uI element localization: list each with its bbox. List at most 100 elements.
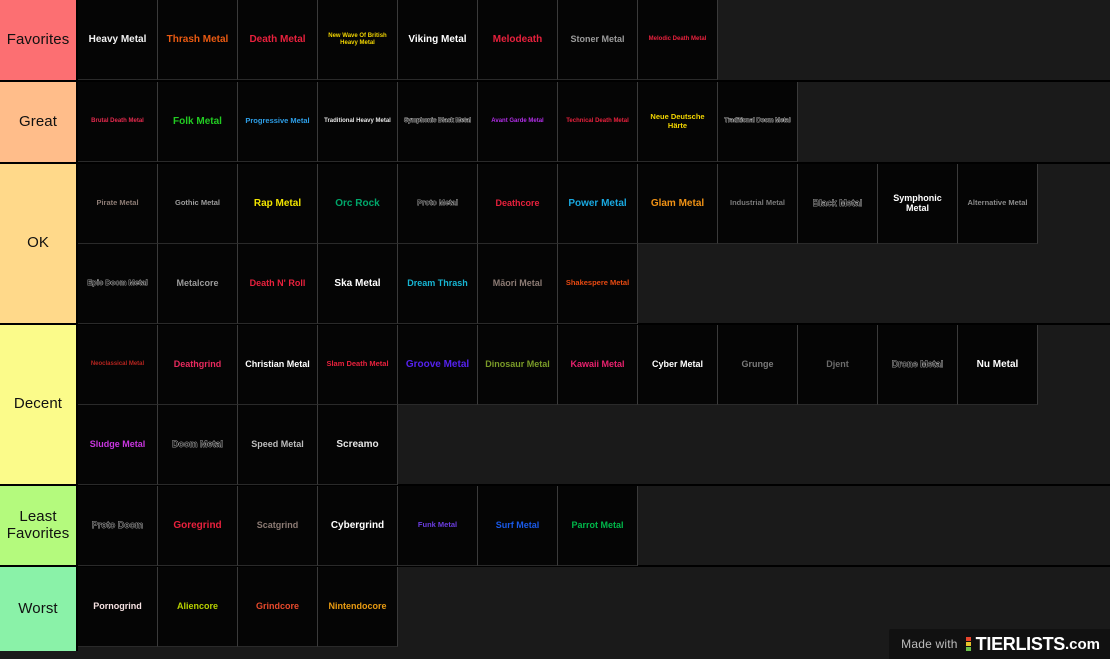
tier-item[interactable]: Melodeath: [478, 0, 558, 80]
tier-item[interactable]: Symphonic Metal: [878, 164, 958, 244]
tier-item[interactable]: Goregrind: [158, 486, 238, 566]
tier-item[interactable]: Black Metal: [798, 164, 878, 244]
tier-item-label: Proto Doom: [91, 519, 144, 530]
tier-item[interactable]: Groove Metal: [398, 325, 478, 405]
tier-item[interactable]: Deathgrind: [158, 325, 238, 405]
tier-item[interactable]: Cyber Metal: [638, 325, 718, 405]
tier-item[interactable]: Proto Doom: [78, 486, 158, 566]
tier-item[interactable]: Shakespere Metal: [558, 244, 638, 324]
tier-item[interactable]: Grindcore: [238, 567, 318, 647]
tier-item-label: Brutal Death Metal: [91, 118, 144, 125]
tier-item[interactable]: Viking Metal: [398, 0, 478, 80]
tier-item[interactable]: Djent: [798, 325, 878, 405]
tier-item[interactable]: Cybergrind: [318, 486, 398, 566]
tier-item[interactable]: Avant Garde Metal: [478, 82, 558, 162]
tier-item[interactable]: Nintendocore: [318, 567, 398, 647]
tier-item[interactable]: Sludge Metal: [78, 405, 158, 485]
tier-items-container[interactable]: Heavy Metal Thrash Metal Death Metal New Wa…: [78, 0, 1110, 80]
tier-label-favorites[interactable]: Favorites: [0, 0, 78, 80]
tier-item[interactable]: Death N' Roll: [238, 244, 318, 324]
tier-item-label: Neue Deutsche Härte: [650, 112, 705, 130]
tier-items-container[interactable]: Pirate Metal Gothic Metal Rap Metal Orc Roc…: [78, 164, 1110, 324]
tier-item[interactable]: Symphonic Black Metal: [398, 82, 478, 162]
tier-item[interactable]: Death Metal: [238, 0, 318, 80]
tier-item-label: Melodeath: [492, 34, 543, 45]
tier-item[interactable]: Heavy Metal: [78, 0, 158, 80]
tier-item[interactable]: Scatgrind: [238, 486, 318, 566]
tier-label-decent[interactable]: Decent: [0, 325, 78, 484]
tier-item-label: Rap Metal: [253, 198, 302, 209]
tier-item[interactable]: Screamo: [318, 405, 398, 485]
tier-item[interactable]: Kawaii Metal: [558, 325, 638, 405]
tier-item-label: Alternative Metal: [967, 198, 1028, 208]
tier-items-container[interactable]: Neoclassical Metal Deathgrind Christian Me…: [78, 325, 1110, 485]
tier-item[interactable]: Neue Deutsche Härte: [638, 82, 718, 162]
tier-item[interactable]: Traditional Doom Metal: [718, 82, 798, 162]
tier-item[interactable]: Māori Metal: [478, 244, 558, 324]
watermark-made-with-label: Made with: [901, 637, 958, 651]
tier-item[interactable]: Glam Metal: [638, 164, 718, 244]
tier-item[interactable]: Dinosaur Metal: [478, 325, 558, 405]
tier-row: OK Pirate Metal Gothic Metal Rap Metal Orc R…: [0, 164, 1110, 325]
tier-item[interactable]: Speed Metal: [238, 405, 318, 485]
tier-items-container[interactable]: Brutal Death Metal Folk Metal Progressive …: [78, 82, 1110, 162]
tier-item[interactable]: Drone Metal: [878, 325, 958, 405]
tier-item-label: Pirate Metal: [96, 198, 139, 208]
tier-item[interactable]: Dream Thrash: [398, 244, 478, 324]
tier-item[interactable]: Deathcore: [478, 164, 558, 244]
tier-item-label: Djent: [826, 358, 849, 369]
tier-item-label: Doom Metal: [171, 438, 224, 449]
tier-item[interactable]: Industrial Metal: [718, 164, 798, 244]
tier-item[interactable]: Metalcore: [158, 244, 238, 324]
tier-item[interactable]: Slam Death Metal: [318, 325, 398, 405]
tier-item[interactable]: Ska Metal: [318, 244, 398, 324]
tier-item[interactable]: Grunge: [718, 325, 798, 405]
tier-item[interactable]: Technical Death Metal: [558, 82, 638, 162]
tier-item[interactable]: Alternative Metal: [958, 164, 1038, 244]
tier-item[interactable]: Epic Doom Metal: [78, 244, 158, 324]
tier-item[interactable]: Thrash Metal: [158, 0, 238, 80]
tier-label-least-favorites[interactable]: Least Favorites: [0, 486, 78, 565]
tier-item[interactable]: Parrot Metal: [558, 486, 638, 566]
tier-item-label: Deathgrind: [173, 358, 222, 369]
tier-item[interactable]: Folk Metal: [158, 82, 238, 162]
tier-item[interactable]: Doom Metal: [158, 405, 238, 485]
tier-item[interactable]: New Wave Of British Heavy Metal: [318, 0, 398, 80]
tier-label-worst[interactable]: Worst: [0, 567, 78, 651]
tier-item[interactable]: Orc Rock: [318, 164, 398, 244]
tier-items-container[interactable]: Proto Doom Goregrind Scatgrind Cybergrind Fu…: [78, 486, 1110, 566]
tier-item-label: Māori Metal: [492, 277, 543, 288]
tier-item[interactable]: Traditional Heavy Metal: [318, 82, 398, 162]
tier-item[interactable]: Gothic Metal: [158, 164, 238, 244]
tier-item[interactable]: Brutal Death Metal: [78, 82, 158, 162]
tier-item[interactable]: Nu Metal: [958, 325, 1038, 405]
tier-item-label: Dinosaur Metal: [485, 358, 550, 369]
tier-item[interactable]: Christian Metal: [238, 325, 318, 405]
tier-label-great[interactable]: Great: [0, 82, 78, 162]
tier-item-label: Ska Metal: [334, 278, 381, 289]
tier-item[interactable]: Progressive Metal: [238, 82, 318, 162]
tier-item-label: Symphonic Metal: [893, 192, 942, 213]
tier-item[interactable]: Surf Metal: [478, 486, 558, 566]
tier-item[interactable]: Pornogrind: [78, 567, 158, 647]
tier-item-label: Heavy Metal: [88, 34, 147, 45]
tier-item-label: Slam Death Metal: [326, 359, 389, 369]
tier-item[interactable]: Aliencore: [158, 567, 238, 647]
tier-item-label: Surf Metal: [495, 519, 540, 530]
tier-item-label: Traditional Doom Metal: [724, 118, 791, 125]
tier-item[interactable]: Proto Metal: [398, 164, 478, 244]
tier-item[interactable]: Melodic Death Metal: [638, 0, 718, 80]
tier-item[interactable]: Funk Metal: [398, 486, 478, 566]
tier-item[interactable]: Rap Metal: [238, 164, 318, 244]
tier-item-label: Death Metal: [249, 34, 306, 45]
tier-item-label: Technical Death Metal: [566, 118, 629, 125]
tier-item[interactable]: Neoclassical Metal: [78, 325, 158, 405]
tier-item-label: Gothic Metal: [174, 198, 220, 208]
tier-item[interactable]: Pirate Metal: [78, 164, 158, 244]
tier-item-label: Grindcore: [255, 600, 299, 611]
tier-label-ok[interactable]: OK: [0, 164, 78, 323]
tier-item[interactable]: Stoner Metal: [558, 0, 638, 80]
tier-item[interactable]: Power Metal: [558, 164, 638, 244]
tier-item-label: Grunge: [741, 358, 774, 369]
tier-item-label: Avant Garde Metal: [491, 118, 544, 125]
